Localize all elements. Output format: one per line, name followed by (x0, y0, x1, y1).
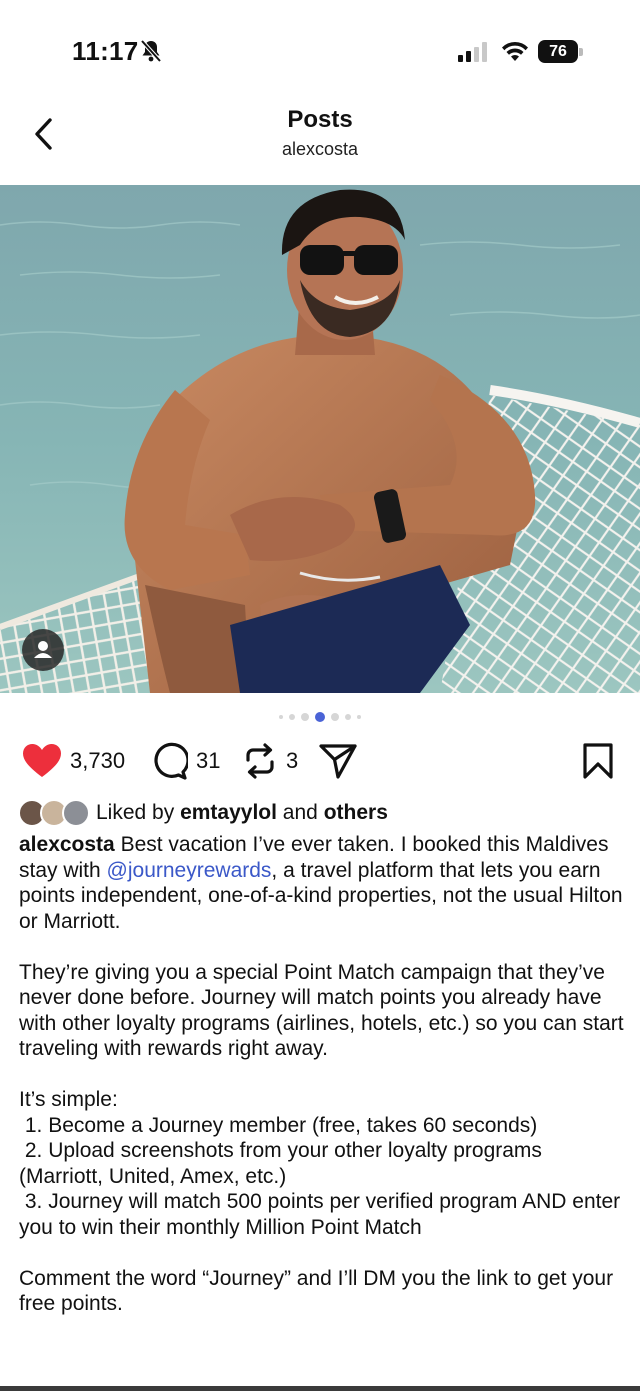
page-subtitle-username[interactable]: alexcosta (0, 139, 640, 160)
caption-mention-link[interactable]: @journeyrewards (107, 859, 272, 882)
liked-by-row[interactable]: Liked by emtayylol and others (18, 797, 388, 829)
share-action[interactable] (318, 738, 358, 784)
comment-count: 31 (196, 748, 221, 773)
comment-icon[interactable] (150, 742, 188, 780)
liked-by-avatars (18, 798, 90, 828)
page-title: Posts (287, 106, 353, 133)
carousel-dot-active (315, 712, 325, 722)
post-caption: alexcosta Best vacation I’ve ever taken.… (19, 832, 625, 1317)
caption-username[interactable]: alexcosta (19, 833, 115, 856)
bottom-edge (0, 1386, 640, 1391)
status-bar: 11:17 76 (0, 0, 640, 100)
bookmark-icon[interactable] (582, 742, 614, 780)
carousel-dot (331, 713, 339, 721)
repost-count: 3 (286, 748, 299, 773)
save-action[interactable] (582, 738, 614, 784)
carousel-dot (301, 713, 309, 721)
repost-icon[interactable] (242, 742, 278, 780)
status-time: 11:17 (72, 36, 139, 66)
carousel-dots (0, 711, 640, 723)
user-tag-icon[interactable] (22, 629, 64, 671)
post-actions: 3,730 31 3 (0, 738, 640, 784)
liked-by-text: Liked by emtayylol and others (96, 801, 388, 825)
avatar (62, 799, 90, 827)
caption-text-2: , a travel platform that lets you earn p… (19, 858, 624, 1316)
carousel-dot (357, 715, 361, 719)
post-photo[interactable] (0, 185, 640, 693)
liked-by-and: and (282, 801, 318, 824)
carousel-dot (345, 714, 351, 720)
carousel-dot (279, 715, 283, 719)
liked-by-others[interactable]: others (324, 801, 388, 824)
carousel-dot (289, 714, 295, 720)
battery-level: 76 (538, 40, 578, 63)
heart-icon[interactable] (22, 743, 62, 779)
comment-action[interactable]: 31 (150, 738, 220, 784)
post-photo-illustration (0, 185, 640, 693)
like-count: 3,730 (70, 748, 126, 773)
liked-by-prefix: Liked by (96, 801, 175, 824)
wifi-icon (502, 41, 528, 61)
bell-off-icon (140, 39, 162, 63)
signal-icon (458, 42, 487, 62)
repost-action[interactable]: 3 (242, 738, 298, 784)
send-icon[interactable] (318, 741, 358, 781)
battery-icon: 76 (538, 40, 584, 63)
like-action[interactable]: 3,730 (22, 738, 125, 784)
liked-by-user[interactable]: emtayylol (180, 801, 277, 824)
